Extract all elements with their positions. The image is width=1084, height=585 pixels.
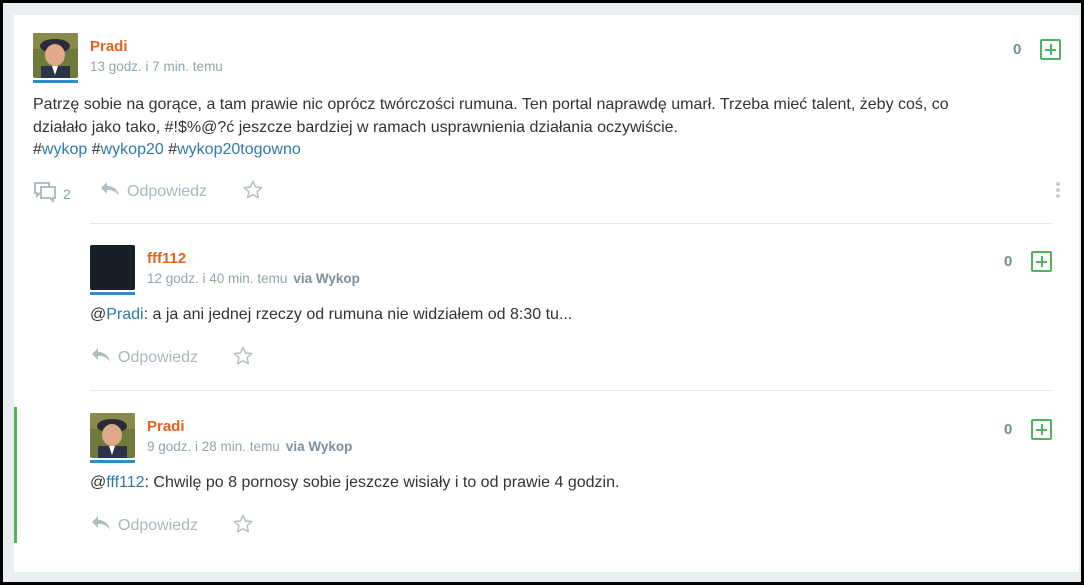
divider (90, 390, 1053, 391)
comment-author-name[interactable]: fff112 (147, 250, 186, 267)
upvote-button[interactable] (1031, 419, 1052, 440)
comment-score: 0 (1004, 421, 1013, 438)
tag-link[interactable]: wykop (42, 141, 87, 158)
post-tags: #wykop #wykop20 #wykop20togowno (33, 141, 301, 158)
reply-label: Odpowiedz (118, 348, 199, 366)
reply-button[interactable]: Odpowiedz (99, 180, 207, 203)
post-score: 0 (1013, 41, 1022, 58)
comment-body: @fff112: Chwilę po 8 pornosy sobie jeszc… (90, 474, 620, 491)
reply-button[interactable]: Odpowiedz (90, 514, 198, 537)
upvote-button[interactable] (1031, 251, 1052, 272)
reply-icon (99, 180, 121, 203)
favorite-star-icon[interactable] (232, 513, 254, 540)
divider (90, 223, 1053, 224)
post-text-line1: Patrzę sobie na gorące, a tam prawie nic… (33, 96, 949, 113)
upvote-button[interactable] (1040, 39, 1061, 60)
reply-icon (90, 514, 112, 537)
comment-text: : Chwilę po 8 pornosy sobie jeszcze wisi… (144, 474, 620, 491)
comment-time[interactable]: 9 godz. i 28 min. temu (147, 439, 280, 454)
page-frame: Pradi 13 godz. i 7 min. temu 0 Patrzę so… (3, 3, 1081, 582)
tag-link[interactable]: wykop20togowno (177, 141, 301, 158)
post-timestamp[interactable]: 13 godz. i 7 min. temu (90, 59, 223, 74)
comment-timestamp: 9 godz. i 28 min. temu via Wykop (147, 439, 352, 454)
reply-label: Odpowiedz (118, 516, 199, 534)
reply-icon (90, 346, 112, 369)
comment-avatar[interactable] (90, 413, 135, 458)
comment-score: 0 (1004, 253, 1013, 270)
favorite-star-icon[interactable] (242, 179, 264, 206)
via-source: via Wykop (293, 271, 360, 286)
post-body: Patrzę sobie na gorące, a tam prawie nic… (33, 94, 1043, 162)
entry-card: Pradi 13 godz. i 7 min. temu 0 Patrzę so… (14, 15, 1079, 572)
comment-text: : a ja ani jednej rzeczy od rumuna nie w… (143, 306, 573, 323)
mention-link[interactable]: Pradi (106, 306, 143, 323)
more-options-icon[interactable] (1056, 182, 1060, 200)
comment-author-name[interactable]: Pradi (147, 418, 185, 435)
comment-body: @Pradi: a ja ani jednej rzeczy od rumuna… (90, 306, 573, 323)
avatar-underline (33, 80, 78, 83)
comment-timestamp: 12 godz. i 40 min. temu via Wykop (147, 271, 360, 286)
author-highlight-bar (14, 407, 17, 543)
comments-count-button[interactable]: 2 (33, 180, 71, 207)
comments-icon (33, 180, 57, 207)
reply-button[interactable]: Odpowiedz (90, 346, 198, 369)
avatar-underline (90, 460, 135, 463)
post-text-line2: działało jako tako, #!$%@?ć jeszcze bard… (33, 118, 678, 136)
tag-link[interactable]: wykop20 (101, 141, 164, 158)
mention-link[interactable]: fff112 (106, 474, 144, 491)
comments-count: 2 (63, 185, 71, 202)
comment-time[interactable]: 12 godz. i 40 min. temu (147, 271, 287, 286)
avatar-underline (90, 292, 135, 295)
post-time[interactable]: 13 godz. i 7 min. temu (90, 59, 223, 74)
post-author-name[interactable]: Pradi (90, 38, 128, 55)
favorite-star-icon[interactable] (232, 345, 254, 372)
reply-label: Odpowiedz (127, 182, 208, 200)
comment-avatar[interactable] (90, 245, 135, 290)
via-source: via Wykop (285, 439, 353, 454)
author-avatar[interactable] (33, 33, 78, 78)
